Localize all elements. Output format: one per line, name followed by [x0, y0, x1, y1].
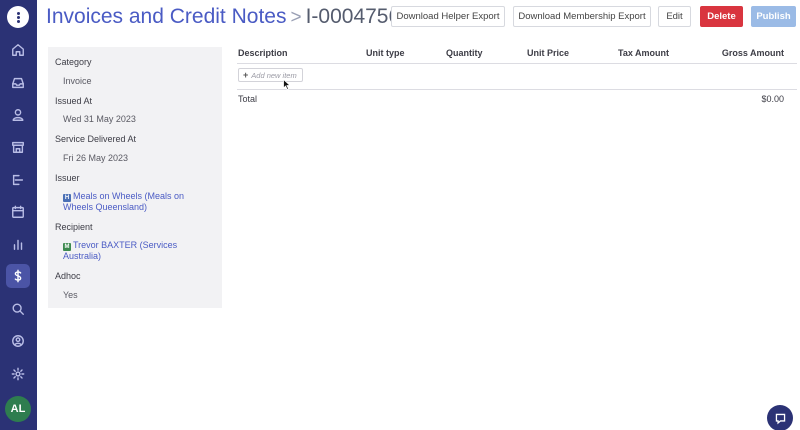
column-header-gross-amount: Gross Amount	[721, 48, 784, 58]
column-header-quantity: Quantity	[446, 48, 483, 58]
issuer-label: Issuer	[55, 173, 80, 183]
breadcrumb-section[interactable]: Invoices and Credit Notes	[46, 5, 286, 28]
issued-at-label: Issued At	[55, 96, 93, 106]
recipient-value[interactable]: Trevor BAXTER (Services Australia)	[63, 240, 177, 261]
column-header-description: Description	[238, 48, 288, 58]
download-helper-export-button[interactable]: Download Helper Export	[391, 6, 505, 27]
issuer-value[interactable]: Meals on Wheels (Meals on Wheels Queensl…	[63, 191, 184, 212]
recipient-label: Recipient	[55, 222, 93, 232]
total-label: Total	[238, 94, 258, 104]
plus-icon: +	[243, 70, 249, 80]
category-label: Category	[55, 57, 92, 67]
delete-button[interactable]: Delete	[700, 6, 743, 27]
download-membership-export-button[interactable]: Download Membership Export	[513, 6, 651, 27]
edit-button[interactable]: Edit	[658, 6, 691, 27]
column-header-unit-price: Unit Price	[527, 48, 570, 58]
recipient-badge-icon: M	[63, 243, 71, 251]
inbox-icon[interactable]	[6, 71, 30, 95]
calendar-icon[interactable]	[6, 200, 30, 224]
table-header-divider	[237, 63, 797, 64]
invoice-details-panel: Category Invoice Issued At Wed 31 May 20…	[48, 47, 222, 308]
home-icon[interactable]	[6, 38, 30, 62]
search-icon[interactable]	[6, 297, 30, 321]
column-header-unit-type: Unit type	[366, 48, 405, 58]
menu-icon[interactable]	[7, 6, 29, 28]
publish-button[interactable]: Publish	[751, 6, 796, 27]
user-search-icon[interactable]	[6, 329, 30, 353]
avatar[interactable]: AL	[5, 396, 31, 422]
person-icon[interactable]	[6, 103, 30, 127]
service-delivered-value: Fri 26 May 2023	[63, 153, 129, 163]
page-title: Invoices and Credit Notes > I-0004756	[46, 5, 400, 29]
workflow-icon[interactable]	[6, 168, 30, 192]
adhoc-label: Adhoc	[55, 271, 81, 281]
mouse-cursor-icon	[283, 79, 291, 90]
table-total-divider	[237, 89, 797, 90]
chat-icon[interactable]	[767, 405, 793, 430]
column-header-tax-amount: Tax Amount	[618, 48, 669, 58]
chart-icon[interactable]	[6, 232, 30, 256]
issuer-badge-icon: H	[63, 194, 71, 202]
add-new-item-input[interactable]: + Add new item	[238, 68, 303, 82]
service-delivered-label: Service Delivered At	[55, 134, 137, 144]
dollar-icon[interactable]	[6, 264, 30, 288]
issued-at-value: Wed 31 May 2023	[63, 114, 136, 124]
category-value: Invoice	[63, 76, 92, 86]
store-icon[interactable]	[6, 135, 30, 159]
sidebar: AL	[0, 0, 37, 430]
document-id: I-0004756	[305, 5, 401, 28]
recipient-link[interactable]: M Trevor BAXTER (Services Australia)	[63, 240, 213, 262]
breadcrumb-separator: >	[290, 7, 302, 28]
adhoc-value: Yes	[63, 290, 78, 300]
issuer-link[interactable]: H Meals on Wheels (Meals on Wheels Queens…	[63, 191, 213, 213]
total-value: $0.00	[761, 94, 784, 104]
settings-icon[interactable]	[6, 362, 30, 386]
